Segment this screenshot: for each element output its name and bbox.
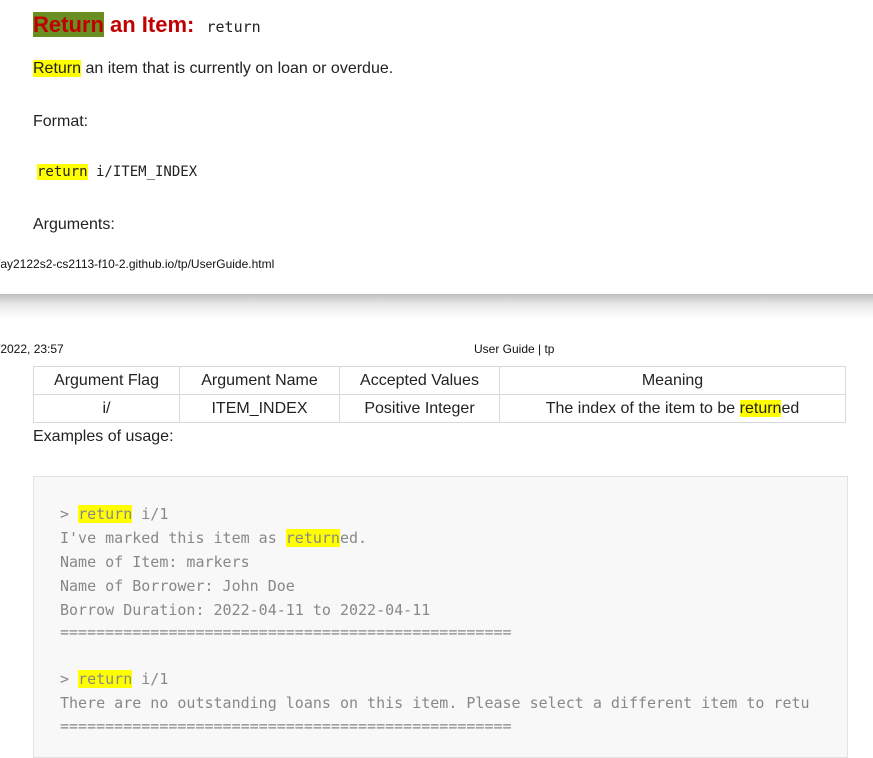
code-separator: ========================================…: [60, 717, 512, 735]
meaning-highlight: return: [739, 399, 782, 417]
code-line: Borrow Duration: 2022-04-11 to 2022-04-1…: [60, 601, 431, 619]
section-heading: Return an Item: return: [33, 12, 261, 38]
page-header-title: User Guide | tp: [474, 342, 555, 356]
example-code-block: > return i/1 I've marked this item as re…: [33, 476, 848, 758]
meaning-post: ed: [781, 399, 800, 417]
code-prompt: >: [60, 505, 79, 523]
format-label: Format:: [33, 113, 89, 130]
table-cell-name: ITEM_INDEX: [179, 394, 340, 423]
page-header-date: /2022, 23:57: [0, 342, 64, 356]
code-line: There are no outstanding loans on this i…: [60, 694, 810, 712]
table-header: Argument Flag: [33, 366, 180, 395]
table-cell-flag: i/: [33, 394, 180, 423]
arguments-table: Argument Flag Argument Name Accepted Val…: [33, 366, 846, 423]
table-header: Meaning: [499, 366, 846, 395]
code-highlight: return: [285, 529, 340, 547]
table-row: i/ ITEM_INDEX Positive Integer The index…: [33, 394, 846, 423]
code-arg: i/1: [132, 670, 169, 688]
code-text: I've marked this item as: [60, 529, 286, 547]
heading-command: return: [206, 18, 261, 36]
format-args: i/ITEM_INDEX: [87, 164, 198, 180]
heading-highlight: Return: [33, 12, 104, 37]
examples-label: Examples of usage:: [33, 428, 174, 445]
code-text: ed.: [339, 529, 368, 547]
description-text: an item that is currently on loan or ove…: [81, 60, 394, 77]
table-header-row: Argument Flag Argument Name Accepted Val…: [33, 366, 846, 395]
code-command: return: [78, 670, 133, 688]
table-cell-meaning: The index of the item to be returned: [499, 394, 846, 423]
code-line: > return i/1: [60, 670, 168, 688]
page-break: [0, 294, 873, 318]
code-separator: ========================================…: [60, 623, 512, 641]
description-highlight: Return: [33, 60, 82, 77]
format-command: return: [37, 164, 88, 180]
format-code: return i/ITEM_INDEX: [37, 164, 197, 180]
code-line: Name of Borrower: John Doe: [60, 577, 295, 595]
code-arg: i/1: [132, 505, 169, 523]
table-header: Accepted Values: [339, 366, 500, 395]
meaning-pre: The index of the item to be: [545, 399, 740, 417]
code-line: I've marked this item as returned.: [60, 529, 367, 547]
table-header: Argument Name: [179, 366, 340, 395]
description: Return an item that is currently on loan…: [33, 60, 393, 78]
code-line: > return i/1: [60, 505, 168, 523]
code-command: return: [78, 505, 133, 523]
heading-text: an Item:: [103, 12, 195, 37]
code-prompt: >: [60, 670, 79, 688]
page-footer-url: /ay2122s2-cs2113-f10-2.github.io/tp/User…: [0, 257, 275, 271]
table-cell-values: Positive Integer: [339, 394, 500, 423]
arguments-label: Arguments:: [33, 216, 115, 233]
code-line: Name of Item: markers: [60, 553, 250, 571]
